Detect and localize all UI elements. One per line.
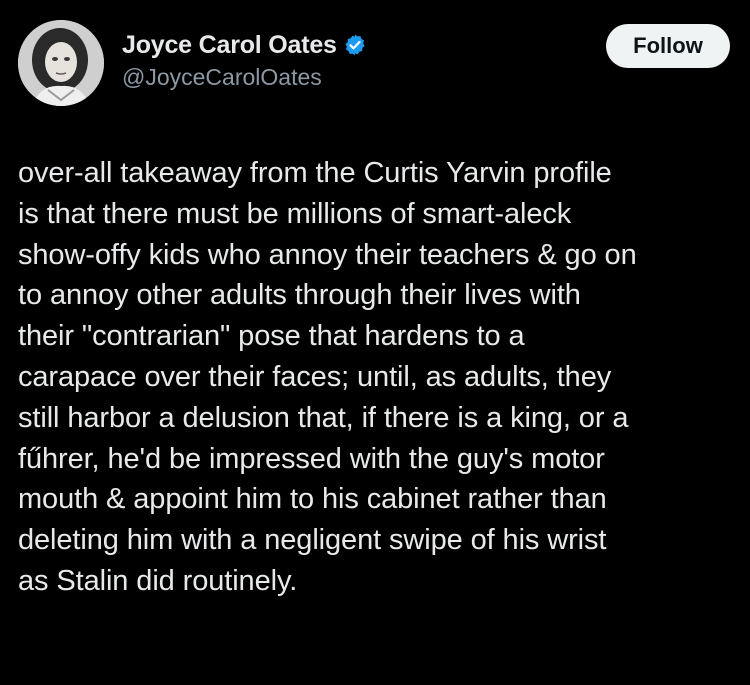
tweet-card: Joyce Carol Oates @JoyceCarolOates Follo… [0,0,750,685]
author-handle[interactable]: @JoyceCarolOates [122,64,367,91]
tweet-text: over-all takeaway from the Curtis Yarvin… [18,157,637,597]
author-avatar[interactable] [18,20,104,106]
follow-button[interactable]: Follow [606,24,730,68]
avatar-image [18,20,104,106]
author-names: Joyce Carol Oates @JoyceCarolOates [122,28,367,91]
author-display-name[interactable]: Joyce Carol Oates [122,31,337,60]
tweet-header: Joyce Carol Oates @JoyceCarolOates Follo… [18,20,730,110]
display-name-row: Joyce Carol Oates [122,28,367,62]
verified-badge-icon[interactable] [343,33,367,57]
